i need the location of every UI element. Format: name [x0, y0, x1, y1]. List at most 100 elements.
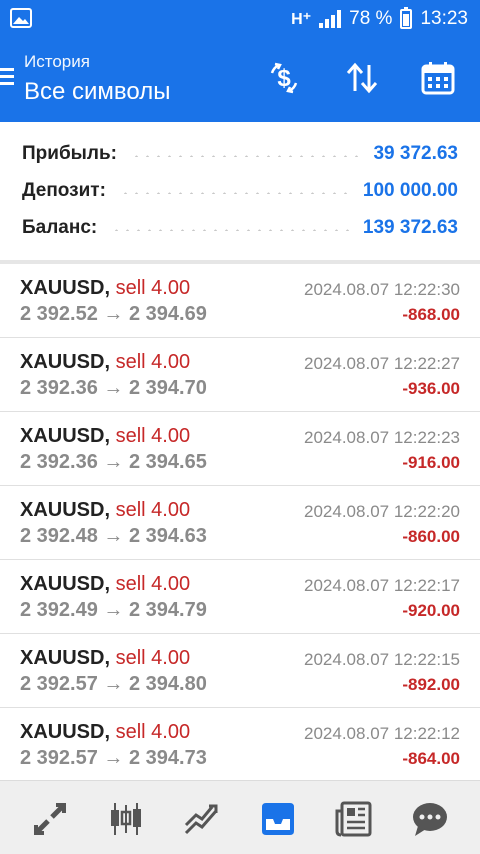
close-price: 2 394.79	[128, 599, 207, 621]
nav-chart[interactable]	[104, 797, 148, 841]
trade-row[interactable]: XAUUSD, sell 4.00 2 392.48 → 2 394.63 20…	[0, 486, 480, 560]
dotted-leader	[119, 192, 349, 194]
profit-label: Прибыль:	[22, 143, 117, 164]
trade-side: sell 4.00	[115, 351, 191, 373]
trade-time: 2024.08.07 12:22:20	[304, 502, 460, 521]
open-price: 2 392.48	[20, 525, 98, 547]
trade-time: 2024.08.07 12:22:17	[304, 576, 460, 595]
trade-side: sell 4.00	[115, 647, 191, 669]
chat-icon	[413, 803, 447, 836]
trade-symbol-line: XAUUSD, sell 4.00	[20, 647, 190, 670]
chart-icon	[111, 803, 141, 835]
trade-profit: -936.00	[402, 379, 460, 398]
arrow-icon: →	[103, 673, 124, 695]
trade-profit: -920.00	[402, 601, 460, 620]
trade-prices: 2 392.49 → 2 394.79	[20, 599, 207, 622]
trade-side: sell 4.00	[115, 499, 191, 521]
signal-icon	[319, 10, 342, 28]
trade-row[interactable]: XAUUSD, sell 4.00 2 392.57 → 2 394.73 20…	[0, 708, 480, 782]
trade-row[interactable]: XAUUSD, sell 4.00 2 392.52 → 2 394.69 20…	[0, 264, 480, 338]
currency-exchange-icon: $	[270, 62, 298, 94]
trade-symbol: XAUUSD,	[20, 647, 111, 669]
menu-icon[interactable]	[0, 68, 14, 86]
profit-row: Прибыль: 39 372.63	[22, 136, 458, 172]
trade-side: sell 4.00	[115, 277, 191, 299]
open-price: 2 392.57	[20, 747, 98, 769]
summary-panel: Прибыль: 39 372.63 Депозит: 100 000.00 Б…	[0, 122, 480, 260]
close-price: 2 394.69	[128, 303, 207, 325]
close-price: 2 394.65	[128, 451, 207, 473]
network-type: H⁺	[291, 11, 312, 28]
trade-prices: 2 392.57 → 2 394.80	[20, 673, 207, 696]
bottom-navigation	[0, 780, 480, 854]
trade-profit: -864.00	[402, 749, 460, 768]
open-price: 2 392.36	[20, 451, 98, 473]
trade-row[interactable]: XAUUSD, sell 4.00 2 392.36 → 2 394.70 20…	[0, 338, 480, 412]
arrow-icon: →	[103, 451, 124, 473]
profit-value: 39 372.63	[373, 143, 458, 164]
nav-quotes[interactable]	[28, 797, 72, 841]
trade-symbol-line: XAUUSD, sell 4.00	[20, 573, 190, 596]
trade-prices: 2 392.52 → 2 394.69	[20, 303, 207, 326]
sort-button[interactable]	[342, 58, 382, 98]
open-price: 2 392.57	[20, 673, 98, 695]
trade-row[interactable]: XAUUSD, sell 4.00 2 392.57 → 2 394.80 20…	[0, 634, 480, 708]
balance-label: Баланс:	[22, 217, 98, 238]
balance-value: 139 372.63	[362, 217, 458, 238]
deposit-value: 100 000.00	[362, 180, 458, 201]
trade-side: sell 4.00	[115, 721, 191, 743]
history-icon	[262, 803, 294, 835]
arrow-icon: →	[103, 303, 124, 325]
battery-icon	[400, 7, 413, 29]
app-bar: История Все символы $	[0, 38, 480, 122]
trade-prices: 2 392.48 → 2 394.63	[20, 525, 207, 548]
page-title[interactable]: Все символы	[24, 78, 170, 106]
dotted-leader	[111, 229, 349, 231]
open-price: 2 392.49	[20, 599, 98, 621]
nav-history[interactable]	[256, 797, 300, 841]
calendar-icon	[421, 62, 455, 95]
trade-prices: 2 392.36 → 2 394.70	[20, 377, 207, 400]
trade-side: sell 4.00	[115, 425, 191, 447]
close-price: 2 394.80	[128, 673, 207, 695]
trade-list: XAUUSD, sell 4.00 2 392.52 → 2 394.69 20…	[0, 264, 480, 782]
nav-news[interactable]	[332, 797, 376, 841]
arrow-icon: →	[103, 747, 124, 769]
page-subtitle: История	[24, 52, 90, 71]
arrow-icon: →	[103, 377, 124, 399]
battery-percent: 78 %	[349, 8, 393, 29]
trade-symbol: XAUUSD,	[20, 573, 111, 595]
open-price: 2 392.36	[20, 377, 98, 399]
trade-symbol-line: XAUUSD, sell 4.00	[20, 277, 190, 300]
trade-row[interactable]: XAUUSD, sell 4.00 2 392.36 → 2 394.65 20…	[0, 412, 480, 486]
trade-profit: -916.00	[402, 453, 460, 472]
trade-time: 2024.08.07 12:22:27	[304, 354, 460, 373]
dotted-leader	[130, 155, 360, 157]
open-price: 2 392.52	[20, 303, 98, 325]
trade-row[interactable]: XAUUSD, sell 4.00 2 392.49 → 2 394.79 20…	[0, 560, 480, 634]
arrow-icon: →	[103, 525, 124, 547]
currency-exchange-button[interactable]: $	[264, 58, 304, 98]
trade-time: 2024.08.07 12:22:15	[304, 650, 460, 669]
nav-trade[interactable]	[180, 797, 224, 841]
close-price: 2 394.73	[128, 747, 207, 769]
status-bar: H⁺ 78 % 13:23	[0, 0, 480, 38]
trade-symbol: XAUUSD,	[20, 425, 111, 447]
trade-profit: -892.00	[402, 675, 460, 694]
trade-time: 2024.08.07 12:22:12	[304, 724, 460, 743]
nav-chat[interactable]	[408, 797, 452, 841]
news-icon	[335, 801, 372, 837]
trade-symbol-line: XAUUSD, sell 4.00	[20, 425, 190, 448]
trade-prices: 2 392.36 → 2 394.65	[20, 451, 207, 474]
trade-symbol: XAUUSD,	[20, 351, 111, 373]
trade-symbol: XAUUSD,	[20, 499, 111, 521]
trade-symbol-line: XAUUSD, sell 4.00	[20, 499, 190, 522]
status-right: H⁺ 78 % 13:23	[291, 0, 468, 38]
trade-time: 2024.08.07 12:22:30	[304, 280, 460, 299]
trade-side: sell 4.00	[115, 573, 191, 595]
trade-symbol-line: XAUUSD, sell 4.00	[20, 721, 190, 744]
image-icon	[10, 8, 32, 28]
close-price: 2 394.63	[128, 525, 207, 547]
calendar-button[interactable]	[418, 58, 458, 98]
deposit-label: Депозит:	[22, 180, 106, 201]
